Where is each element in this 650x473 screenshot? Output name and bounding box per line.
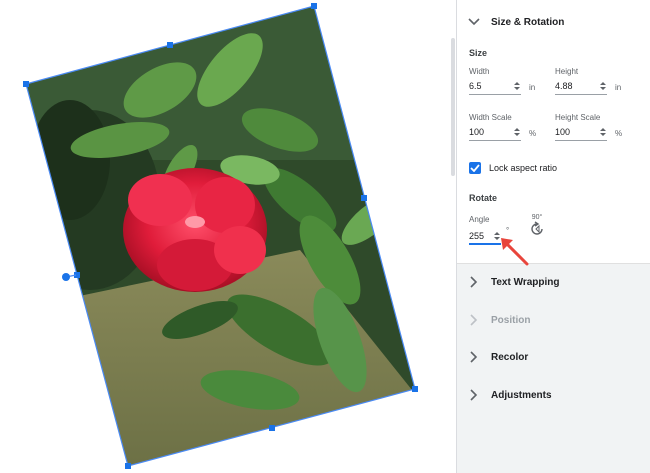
resize-handle-bottom-right[interactable]: [412, 386, 418, 392]
chevron-right-icon: [457, 314, 491, 326]
recolor-title: Recolor: [491, 351, 529, 363]
height-field[interactable]: 4.88: [555, 78, 607, 95]
height-value: 4.88: [555, 81, 573, 91]
section-recolor[interactable]: Recolor: [457, 338, 650, 376]
angle-value: 255: [469, 230, 485, 241]
size-group-label: Size: [469, 48, 488, 58]
image-options-panel: Size & Rotation Size Width 6.5 in Height…: [456, 0, 650, 473]
section-text-wrapping[interactable]: Text Wrapping: [457, 263, 650, 301]
width-value: 6.5: [469, 81, 482, 91]
rotation-handle[interactable]: [62, 273, 70, 281]
height-unit: in: [615, 83, 622, 92]
spin-arrows-icon[interactable]: [513, 81, 521, 91]
photo-content: [26, 6, 415, 466]
size-rotation-title: Size & Rotation: [491, 16, 565, 28]
position-title: Position: [491, 314, 531, 326]
resize-handle-bottom-left[interactable]: [125, 463, 131, 469]
spin-arrows-icon[interactable]: [599, 81, 607, 91]
width-label: Width: [469, 67, 490, 76]
rotate-90-button[interactable]: 90°: [529, 214, 545, 237]
lock-aspect-ratio-label[interactable]: Lock aspect ratio: [489, 163, 557, 173]
width-field[interactable]: 6.5: [469, 78, 521, 95]
rotate-90-icon: [531, 221, 543, 235]
size-rotation-header[interactable]: Size & Rotation: [457, 3, 650, 41]
hibiscus-flower: [123, 168, 267, 292]
resize-handle-right[interactable]: [361, 195, 367, 201]
panel-scrollbar[interactable]: [451, 38, 455, 176]
resize-handle-top-left[interactable]: [23, 81, 29, 87]
chevron-right-icon: [457, 276, 491, 288]
chevron-right-icon: [457, 351, 491, 363]
width-scale-unit: %: [529, 129, 537, 138]
chevron-down-icon: [457, 18, 491, 26]
document-canvas[interactable]: [0, 0, 456, 473]
rotate-group-label: Rotate: [469, 193, 498, 203]
size-rotation-card: Size & Rotation Size Width 6.5 in Height…: [457, 0, 650, 266]
spin-arrows-icon[interactable]: [599, 127, 607, 137]
resize-handle-top-right[interactable]: [311, 3, 317, 9]
adjustments-title: Adjustments: [491, 389, 552, 401]
width-unit: in: [529, 83, 536, 92]
chevron-right-icon: [457, 389, 491, 401]
height-scale-unit: %: [615, 129, 623, 138]
section-adjustments[interactable]: Adjustments: [457, 376, 650, 414]
width-scale-value: 100: [469, 127, 485, 137]
width-scale-field[interactable]: 100: [469, 124, 521, 141]
lock-aspect-ratio-checkbox[interactable]: [469, 162, 481, 174]
rotated-flower-photo[interactable]: [0, 0, 456, 473]
rotate-90-label: 90°: [531, 214, 543, 221]
width-scale-label: Width Scale: [469, 113, 512, 122]
section-position: Position: [457, 301, 650, 339]
spin-arrows-icon[interactable]: [513, 127, 521, 137]
resize-handle-bottom[interactable]: [269, 425, 275, 431]
selected-image[interactable]: [0, 0, 456, 473]
height-scale-value: 100: [555, 127, 571, 137]
checkmark-icon: [470, 164, 480, 172]
resize-handle-top[interactable]: [167, 42, 173, 48]
height-label: Height: [555, 67, 579, 76]
height-scale-label: Height Scale: [555, 113, 601, 122]
height-scale-field[interactable]: 100: [555, 124, 607, 141]
angle-label: Angle: [469, 215, 490, 224]
text-wrapping-title: Text Wrapping: [491, 276, 560, 288]
